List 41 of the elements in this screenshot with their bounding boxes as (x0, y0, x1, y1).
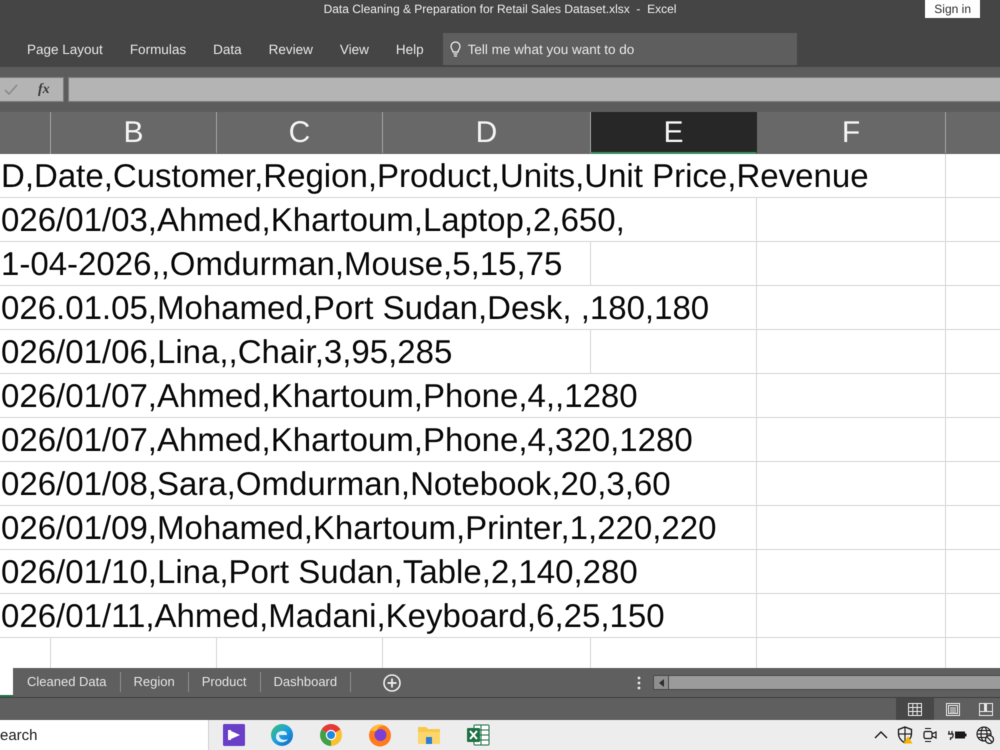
flame-orb-icon[interactable] (368, 723, 392, 747)
spreadsheet-app-icon[interactable] (466, 723, 490, 747)
scroll-left-button[interactable] (653, 675, 669, 690)
check-icon[interactable] (4, 84, 18, 95)
lightbulb-icon (450, 41, 461, 57)
scrollbar-thumb[interactable] (669, 675, 1000, 690)
sheet-tab[interactable]: Cleaned Data (13, 668, 120, 697)
view-button[interactable] (896, 698, 934, 720)
ribbon-tab[interactable]: View (340, 39, 369, 61)
ribbon-tab[interactable]: Page Layout (27, 39, 103, 61)
plus-circle-icon (383, 674, 402, 692)
sheet-tab[interactable] (0, 668, 13, 697)
ribbon-tab[interactable]: Formulas (130, 39, 186, 61)
sheet-tab[interactable]: Region (120, 668, 188, 697)
shield-warning-icon[interactable] (897, 726, 913, 744)
folder-icon[interactable] (417, 724, 441, 746)
caret-up-icon[interactable] (874, 731, 888, 739)
camera-icon[interactable] (922, 727, 938, 743)
ribbon-tab[interactable]: Help (396, 39, 424, 61)
battery-plug-icon[interactable] (947, 729, 967, 741)
vertical-dots-icon[interactable] (637, 676, 641, 690)
search-field[interactable]: earch (0, 720, 209, 750)
page-break-icon (979, 702, 993, 716)
tell-me-search-field[interactable]: Tell me what you want to do (442, 33, 797, 65)
window-title: Data Cleaning & Preparation for Retail Sales Dataset.xlsx - Excel (324, 1, 676, 17)
insert-function-button[interactable]: fx (38, 82, 50, 98)
column-header[interactable]: E (591, 112, 757, 154)
swirl-icon[interactable] (270, 723, 294, 747)
globe-blocked-icon[interactable] (976, 726, 994, 744)
formula-input[interactable] (68, 77, 1000, 102)
page-icon (946, 702, 960, 716)
grid-icon (908, 702, 922, 716)
sheet-tab[interactable]: Dashboard (260, 668, 350, 697)
cell-text: 026/01/09,Mohamed,Khartoum,Printer,1,220,220 (0, 506, 718, 549)
caret-left-icon (658, 678, 664, 686)
play-tile-icon[interactable] (223, 724, 245, 746)
sign-in-button[interactable]: Sign in (925, 0, 980, 18)
ribbon-tab[interactable]: Review (268, 39, 313, 61)
tricolor-ring-icon[interactable] (319, 723, 343, 747)
sheet-tab[interactable]: Product (188, 668, 260, 697)
ribbon-tab[interactable]: Data (213, 39, 242, 61)
